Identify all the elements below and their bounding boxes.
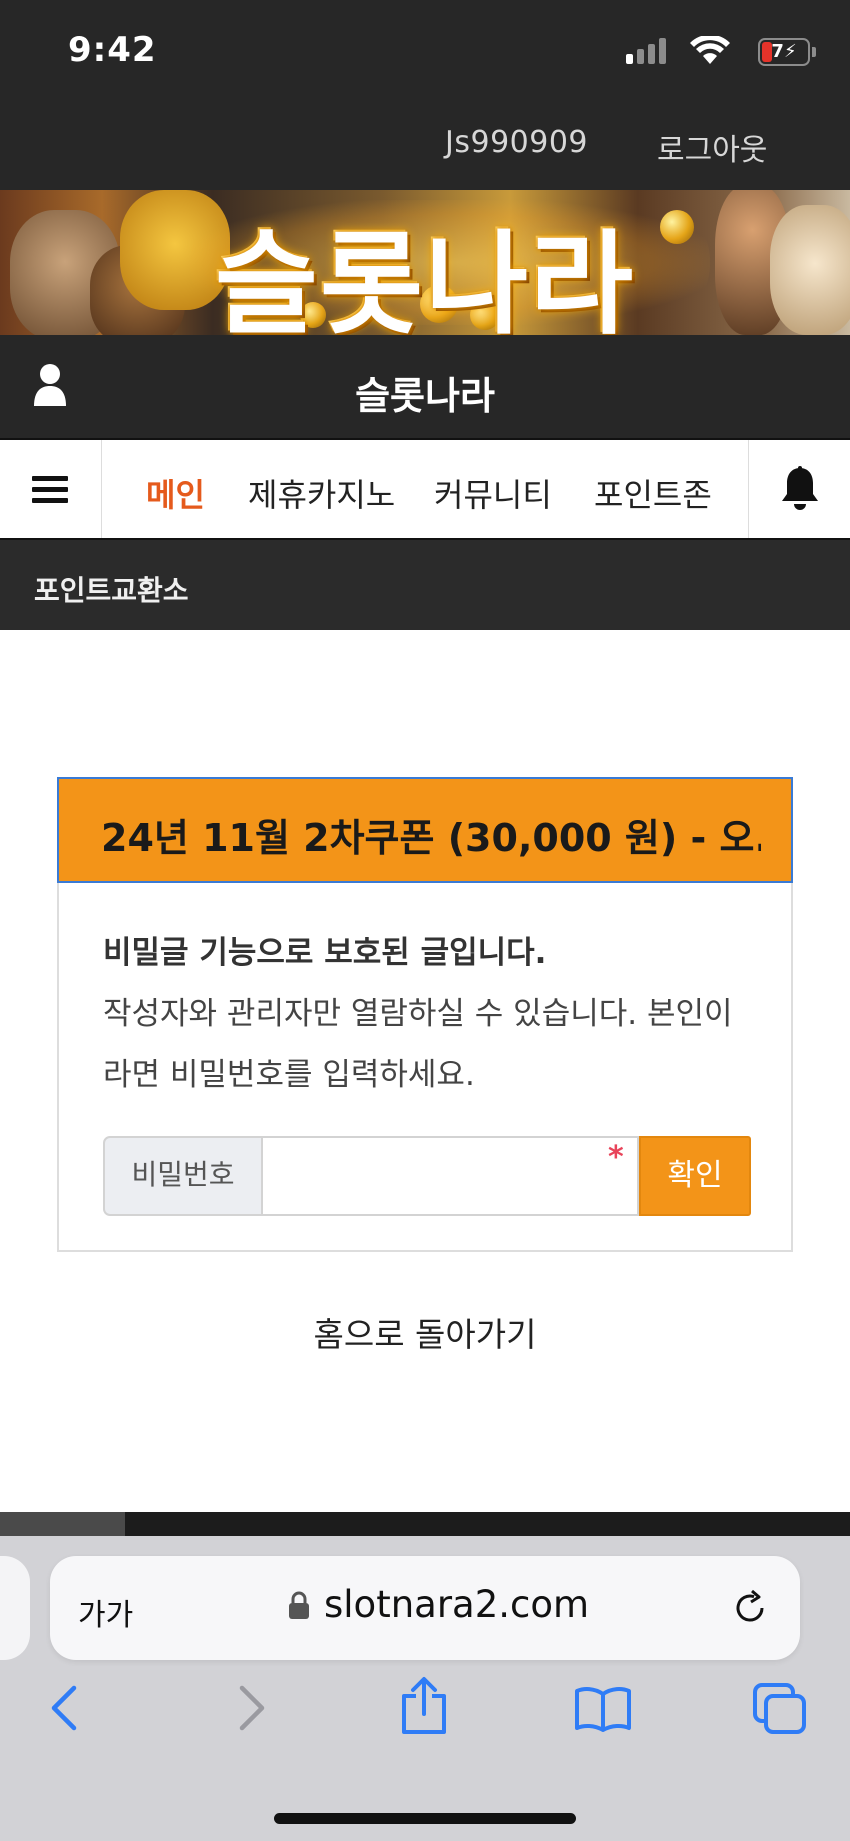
page-bottom-strip	[0, 1512, 850, 1536]
signal-bar	[626, 54, 633, 64]
wifi-icon	[690, 36, 730, 64]
forward-icon[interactable]	[230, 1684, 270, 1732]
site-header: 슬롯나라	[0, 335, 850, 438]
reload-icon[interactable]	[730, 1588, 770, 1628]
protected-post-panel: 24년 11월 2차쿠폰 (30,000 원) - 오... 비밀글 기능으로 …	[57, 777, 793, 1252]
protected-message: 작성자와 관리자만 열람하실 수 있습니다. 본인이라면 비밀번호를 입력하세요…	[103, 996, 733, 1093]
browser-chrome: 가가 slotnara2.com	[0, 1536, 850, 1841]
nav-item-main[interactable]: 메인	[146, 470, 205, 516]
banner-logo-text: 슬롯나라	[214, 220, 636, 335]
nav-item-partner-casino[interactable]: 제휴카지노	[248, 470, 395, 516]
signal-bar	[648, 44, 655, 64]
back-icon[interactable]	[46, 1684, 86, 1732]
top-bar: 9:42 7⚡ Js990909 로그아웃	[0, 0, 850, 190]
battery-level: 7	[771, 41, 784, 62]
password-input[interactable]	[261, 1136, 639, 1216]
signal-bar	[659, 38, 666, 64]
status-indicators: 7⚡	[610, 36, 850, 68]
nav-item-point-zone[interactable]: 포인트존	[594, 470, 712, 516]
post-title-bar: 24년 11월 2차쿠폰 (30,000 원) - 오...	[57, 777, 793, 883]
signal-bar	[637, 49, 644, 64]
main-nav: 메인 제휴카지노 커뮤니티 포인트존	[0, 438, 850, 540]
previous-tab-peek[interactable]	[0, 1556, 30, 1660]
home-indicator	[274, 1813, 576, 1824]
site-banner[interactable]: 슬롯나라	[0, 190, 850, 335]
post-title: 24년 11월 2차쿠폰 (30,000 원) - 오...	[101, 816, 761, 860]
account-username: Js990909	[445, 125, 588, 160]
required-mark: *	[608, 1140, 624, 1175]
bookmarks-icon[interactable]	[574, 1686, 632, 1732]
password-form: 비밀번호 * 확인	[103, 1136, 751, 1216]
bell-icon	[782, 466, 818, 510]
sub-header: 포인트교환소	[0, 540, 850, 630]
nav-items: 메인 제휴카지노 커뮤니티 포인트존	[102, 440, 748, 538]
status-time: 9:42	[68, 30, 157, 70]
page-title: 포인트교환소	[34, 574, 189, 607]
notifications-button[interactable]	[748, 440, 850, 538]
address-bar[interactable]: 가가 slotnara2.com	[50, 1556, 800, 1660]
share-icon[interactable]	[398, 1676, 450, 1736]
text-size-button[interactable]: 가가	[78, 1590, 133, 1634]
lock-icon	[289, 1591, 309, 1619]
battery-icon: 7⚡	[758, 38, 810, 66]
home-link[interactable]: 홈으로 돌아가기	[0, 1308, 850, 1356]
url-text[interactable]: slotnara2.com	[324, 1583, 589, 1626]
password-label: 비밀번호	[103, 1136, 263, 1216]
protected-heading: 비밀글 기능으로 보호된 글입니다.	[103, 935, 547, 971]
tabs-icon[interactable]	[752, 1682, 808, 1736]
nav-item-community[interactable]: 커뮤니티	[434, 470, 552, 516]
menu-button[interactable]	[0, 440, 102, 538]
site-title[interactable]: 슬롯나라	[0, 365, 850, 420]
logout-link[interactable]: 로그아웃	[657, 125, 767, 169]
confirm-button[interactable]: 확인	[639, 1136, 751, 1216]
